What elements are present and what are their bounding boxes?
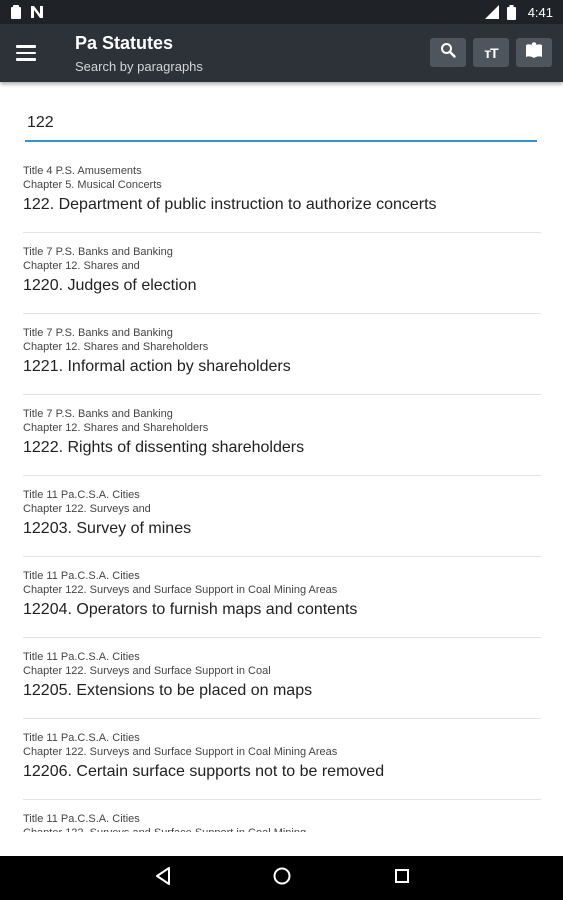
search-input[interactable] [25,110,537,142]
result-title-line: Title 7 P.S. Banks and Banking [23,246,173,258]
recents-icon [393,867,411,890]
result-heading: 1221. Informal action by shareholders [23,358,291,375]
menu-button[interactable] [16,40,52,66]
app-subtitle: Search by paragraphs [75,59,203,74]
menu-icon-bar [16,58,36,61]
result-title-line: Title 11 Pa.C.S.A. Cities [23,813,140,825]
result-item[interactable]: Title 11 Pa.C.S.A. Cities Chapter 122. Su… [23,800,541,832]
result-item[interactable]: Title 11 Pa.C.S.A. Cities Chapter 122. Su… [23,638,541,719]
result-title-line: Title 7 P.S. Banks and Banking [23,408,173,420]
result-chapter-line: Chapter 12. Shares and Shareholders [23,422,209,434]
result-title-line: Title 11 Pa.C.S.A. Cities [23,732,140,744]
result-item[interactable]: Title 11 Pa.C.S.A. Cities Chapter 122. Su… [23,476,541,557]
result-item[interactable]: Title 7 P.S. Banks and Banking Chapter 12… [23,395,541,476]
book-icon [525,42,543,63]
recents-button[interactable] [390,867,414,889]
result-item[interactable]: Title 7 P.S. Banks and Banking Chapter 12… [23,233,541,314]
status-left [10,5,44,19]
result-title-line: Title 11 Pa.C.S.A. Cities [23,489,140,501]
search-button[interactable] [430,38,466,67]
result-heading: 1222. Rights of dissenting shareholders [23,439,305,456]
navigation-bar [0,856,563,900]
result-item[interactable]: Title 11 Pa.C.S.A. Cities Chapter 122. Su… [23,557,541,638]
menu-icon-bar [16,51,36,55]
search-icon [440,42,456,63]
result-chapter-line: Chapter 122. Surveys and Surface Support… [23,746,338,758]
result-chapter-line: Chapter 122. Surveys and Surface Support… [23,827,306,832]
n-notification-icon [30,6,44,18]
home-icon [272,866,292,891]
result-heading: 1220. Judges of election [23,277,197,294]
result-heading: 12203. Survey of mines [23,520,192,537]
book-button[interactable] [516,38,552,67]
result-title-line: Title 11 Pa.C.S.A. Cities [23,651,140,663]
results-list: Title 4 P.S. Amusements Chapter 5. Musica… [0,152,563,832]
back-button[interactable] [151,866,175,891]
text-size-icon: тT [484,44,498,61]
result-item[interactable]: Title 11 Pa.C.S.A. Cities Chapter 122. Su… [23,719,541,800]
text-size-button[interactable]: тT [473,38,509,67]
result-item[interactable]: Title 7 P.S. Banks and Banking Chapter 12… [23,314,541,395]
result-chapter-line: Chapter 122. Surveys and [23,503,151,515]
home-button[interactable] [270,867,294,889]
app-bar: Pa Statutes Search by paragraphs тT [0,24,563,82]
app-title: Pa Statutes [75,33,174,53]
status-right: 4:41 [484,4,553,20]
result-item[interactable]: Title 4 P.S. Amusements Chapter 5. Musica… [23,152,541,233]
status-bar: 4:41 [0,0,563,24]
result-heading: 12206. Certain surface supports not to b… [23,763,385,780]
result-chapter-line: Chapter 122. Surveys and Surface Support… [23,665,271,677]
result-title-line: Title 11 Pa.C.S.A. Cities [23,570,140,582]
back-icon [154,866,172,891]
result-chapter-line: Chapter 122. Surveys and Surface Support… [23,584,338,596]
search-area [25,110,537,142]
signal-icon [484,5,499,19]
result-title-line: Title 7 P.S. Banks and Banking [23,327,173,339]
result-heading: 12205. Extensions to be placed on maps [23,682,313,699]
menu-icon-bar [16,45,36,48]
result-chapter-line: Chapter 5. Musical Concerts [23,179,162,191]
clipboard-icon [10,5,22,19]
battery-icon [506,4,516,20]
result-title-line: Title 4 P.S. Amusements [23,165,142,177]
result-chapter-line: Chapter 12. Shares and Shareholders [23,341,209,353]
status-time: 4:41 [527,4,553,20]
result-heading: 122. Department of public instruction to… [23,196,437,213]
result-heading: 12204. Operators to furnish maps and con… [23,601,358,618]
result-chapter-line: Chapter 12. Shares and [23,260,140,272]
